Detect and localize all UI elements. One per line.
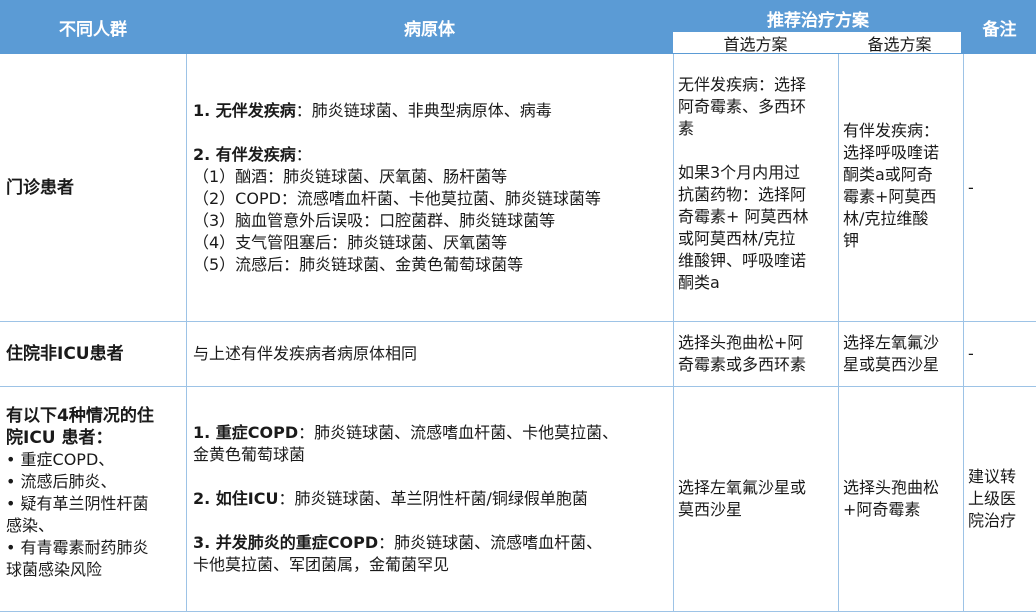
text-line: 霉素+阿莫西 <box>843 187 937 206</box>
text-line: 酮类a <box>678 273 720 292</box>
header-pathogen: 病原体 <box>186 0 673 54</box>
text-line: 素 <box>678 119 695 138</box>
note-text: - <box>968 177 974 197</box>
header-note: 备注 <box>963 0 1036 54</box>
text-line: 选择呼吸喹诺 <box>843 143 940 162</box>
row-outpatient-first-choice: 无伴发疾病：选择 阿奇霉素、多西环 素 如果3个月内用过 抗菌药物：选择阿 奇霉… <box>673 54 838 322</box>
note-text: 院治疗 <box>968 511 1017 530</box>
header-population-label: 不同人群 <box>59 19 127 40</box>
row-icu-pathogen: 1. 重症COPD：肺炎链球菌、流感嗜血杆菌、卡他莫拉菌、 金黄色葡萄球菌 2.… <box>186 387 673 612</box>
text-line: 林/克拉维酸 <box>843 209 929 228</box>
text-line: 选择头孢曲松 <box>843 478 940 497</box>
header-pathogen-label: 病原体 <box>404 19 455 40</box>
row-outpatient-note: - <box>963 54 1036 322</box>
pathogen-text: ：肺炎链球菌、流感嗜血杆菌、卡他莫拉菌、 <box>298 423 619 442</box>
text-line: 星或莫西沙星 <box>843 355 940 374</box>
pathogen-item: （4）支气管阻塞后：肺炎链球菌、厌氧菌等 <box>193 232 508 252</box>
bullet-item: • 流感后肺炎、 <box>6 472 117 491</box>
pathogen-line: 1. 无伴发疾病：肺炎链球菌、非典型病原体、病毒 <box>193 100 673 122</box>
pathogen-text: ： <box>295 144 312 164</box>
text-line: 有伴发疾病： <box>843 121 940 140</box>
text-line: 奇霉素或多西环素 <box>678 355 807 374</box>
text-line: 钾 <box>843 231 860 250</box>
row-inpatient-first-choice: 选择头孢曲松+阿 奇霉素或多西环素 <box>673 322 838 387</box>
pathogen-text: ：肺炎链球菌、流感嗜血杆菌、 <box>378 533 603 552</box>
pathogen-heading: 1. 无伴发疾病 <box>193 100 296 120</box>
pathogen-line: 3. 并发肺炎的重症COPD：肺炎链球菌、流感嗜血杆菌、 <box>193 532 673 554</box>
pathogen-heading: 1. 重症COPD <box>193 423 299 442</box>
note-text: 建议转 <box>968 467 1017 486</box>
note-text: 上级医 <box>968 489 1017 508</box>
text-line: 选择左氧氟沙 <box>843 333 940 352</box>
population-label: 门诊患者 <box>6 177 74 198</box>
row-outpatient-population: 门诊患者 <box>0 54 186 322</box>
header-treatment-label: 推荐治疗方案 <box>767 11 869 31</box>
bullet-item: • 有青霉素耐药肺炎 <box>6 538 149 557</box>
text-line: 选择头孢曲松+阿 <box>678 333 804 352</box>
row-inpatient-pathogen: 与上述有伴发疾病者病原体相同 <box>186 322 673 387</box>
pathogen-item: （5）流感后：肺炎链球菌、金黄色葡萄球菌等 <box>193 254 524 274</box>
text-line: 选择左氧氟沙星或 <box>678 478 807 497</box>
row-icu-population: 有以下4种情况的住 院ICU 患者： • 重症COPD、 • 流感后肺炎、 • … <box>0 387 186 612</box>
pathogen-line: 卡他莫拉菌、军团菌属，金葡菌罕见 <box>193 555 450 574</box>
header-first-choice: 首选方案 <box>673 32 838 54</box>
row-outpatient-pathogen: 1. 无伴发疾病：肺炎链球菌、非典型病原体、病毒 2. 有伴发疾病： （1）酗酒… <box>186 54 673 322</box>
text-line: 奇霉素+ 阿莫西林 <box>678 207 809 226</box>
pathogen-line: 1. 重症COPD：肺炎链球菌、流感嗜血杆菌、卡他莫拉菌、 <box>193 422 673 444</box>
header-treatment: 推荐治疗方案 <box>673 0 963 31</box>
treatment-table: 不同人群 病原体 推荐治疗方案 首选方案 备选方案 备注 门诊患者 1. 无伴发… <box>0 0 1036 612</box>
row-inpatient-alternative: 选择左氧氟沙 星或莫西沙星 <box>838 322 963 387</box>
text-line: 或阿莫西林/克拉 <box>678 229 796 248</box>
pathogen-line: 2. 有伴发疾病： <box>193 144 673 166</box>
row-icu-first-choice: 选择左氧氟沙星或 莫西沙星 <box>673 387 838 612</box>
bullet-item: • 重症COPD、 <box>6 450 115 469</box>
header-note-label: 备注 <box>982 19 1017 40</box>
row-icu-alternative: 选择头孢曲松 +阿奇霉素 <box>838 387 963 612</box>
pathogen-heading: 2. 如住ICU <box>193 489 279 508</box>
text-line: 酮类a或阿奇 <box>843 165 933 184</box>
population-label: 有以下4种情况的住 <box>6 406 154 426</box>
text-line: 无伴发疾病：选择 <box>678 75 807 94</box>
text-line: 如果3个月内用过 <box>678 163 801 182</box>
pathogen-line: 2. 如住ICU：肺炎链球菌、革兰阴性杆菌/铜绿假单胞菌 <box>193 488 673 510</box>
text-line: 维酸钾、呼吸喹诺 <box>678 251 807 270</box>
pathogen-heading: 3. 并发肺炎的重症COPD <box>193 533 379 552</box>
pathogen-text: ：肺炎链球菌、革兰阴性杆菌/铜绿假单胞菌 <box>278 489 588 508</box>
pathogen-text: 与上述有伴发疾病者病原体相同 <box>193 344 418 363</box>
population-label: 住院非ICU患者 <box>6 344 124 364</box>
text-line: 莫西沙星 <box>678 500 743 519</box>
row-inpatient-note: - <box>963 322 1036 387</box>
pathogen-line: 金黄色葡萄球菌 <box>193 445 306 464</box>
header-population: 不同人群 <box>0 0 186 54</box>
pathogen-item: （1）酗酒：肺炎链球菌、厌氧菌、肠杆菌等 <box>193 166 508 186</box>
row-icu-note: 建议转 上级医 院治疗 <box>963 387 1036 612</box>
pathogen-heading: 2. 有伴发疾病 <box>193 144 296 164</box>
header-alternative: 备选方案 <box>838 32 961 54</box>
header-subheaders: 首选方案 备选方案 <box>673 30 963 54</box>
text-line: +阿奇霉素 <box>843 500 921 519</box>
bullet-item: 球菌感染风险 <box>6 560 103 579</box>
pathogen-item: （2）COPD：流感嗜血杆菌、卡他莫拉菌、肺炎链球菌等 <box>193 188 601 208</box>
pathogen-item: （3）脑血管意外后误吸：口腔菌群、肺炎链球菌等 <box>193 210 556 230</box>
text-line: 阿奇霉素、多西环 <box>678 97 807 116</box>
row-inpatient-population: 住院非ICU患者 <box>0 322 186 387</box>
population-label: 院ICU 患者： <box>6 428 113 448</box>
bullet-item: • 疑有革兰阴性杆菌 <box>6 494 149 513</box>
text-line: 抗菌药物：选择阿 <box>678 185 807 204</box>
bullet-item: 感染、 <box>6 516 55 535</box>
row-outpatient-alternative: 有伴发疾病： 选择呼吸喹诺 酮类a或阿奇 霉素+阿莫西 林/克拉维酸 钾 <box>838 54 963 322</box>
note-text: - <box>968 344 974 363</box>
pathogen-text: ：肺炎链球菌、非典型病原体、病毒 <box>295 100 552 120</box>
